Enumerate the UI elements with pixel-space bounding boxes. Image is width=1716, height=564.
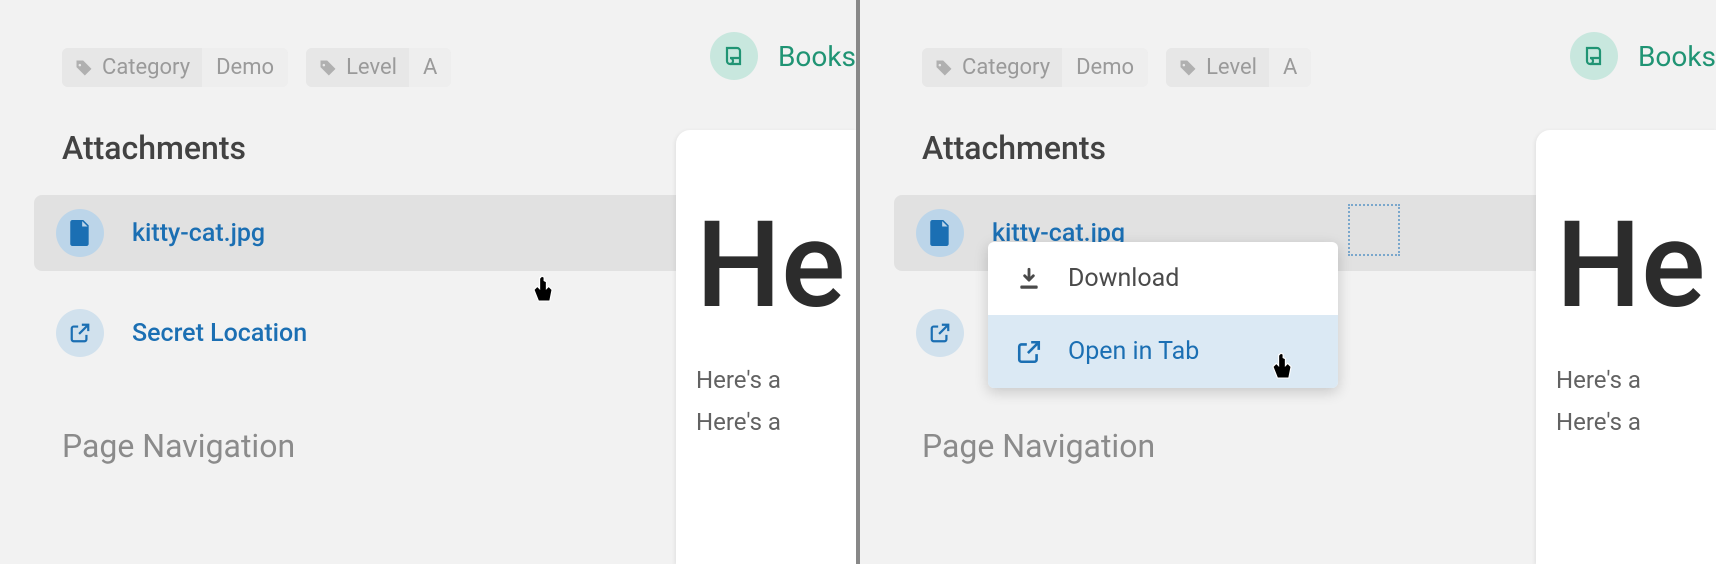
- external-link-icon: [56, 309, 104, 357]
- file-icon: [916, 209, 964, 257]
- tag-icon: [74, 58, 94, 78]
- tag-category[interactable]: Category Demo: [62, 48, 288, 87]
- tag-category[interactable]: Category Demo: [922, 48, 1148, 87]
- external-link-icon: [1016, 339, 1042, 365]
- tag-key-label: Level: [1206, 55, 1257, 80]
- tags-row: Category Demo Level A: [922, 48, 1680, 87]
- tag-value: A: [1269, 48, 1311, 87]
- page-title: He: [696, 206, 856, 326]
- tag-value: Demo: [202, 48, 288, 87]
- tag-value: A: [409, 48, 451, 87]
- content-preview: He Here's a Here's a: [1536, 130, 1716, 564]
- tag-level[interactable]: Level A: [1166, 48, 1311, 87]
- tag-key-label: Category: [102, 55, 190, 80]
- content-preview: He Here's a Here's a: [676, 130, 856, 564]
- attachment-name: kitty-cat.jpg: [132, 219, 722, 248]
- tag-key-label: Level: [346, 55, 397, 80]
- books-link-label: Books: [1638, 40, 1716, 73]
- file-icon: [56, 209, 104, 257]
- book-icon: [1570, 32, 1618, 80]
- attachment-dropdown-menu: Download Open in Tab: [988, 242, 1338, 388]
- books-link[interactable]: Books: [1570, 32, 1716, 80]
- menu-item-download[interactable]: Download: [988, 242, 1338, 315]
- books-link-label: Books: [778, 40, 856, 73]
- menu-item-label: Download: [1068, 264, 1179, 293]
- content-line: Here's a: [696, 366, 856, 394]
- panel-left: Books Category Demo Level: [0, 0, 856, 564]
- page-title: He: [1556, 206, 1716, 326]
- tag-icon: [1178, 58, 1198, 78]
- external-link-icon: [916, 309, 964, 357]
- download-icon: [1016, 266, 1042, 292]
- menu-item-open-in-tab[interactable]: Open in Tab: [988, 315, 1338, 388]
- tag-value: Demo: [1062, 48, 1148, 87]
- content-line: Here's a: [1556, 408, 1716, 436]
- menu-item-label: Open in Tab: [1068, 337, 1199, 366]
- tag-icon: [318, 58, 338, 78]
- tag-key-label: Category: [962, 55, 1050, 80]
- content-line: Here's a: [1556, 366, 1716, 394]
- book-icon: [710, 32, 758, 80]
- tag-icon: [934, 58, 954, 78]
- content-line: Here's a: [696, 408, 856, 436]
- books-link[interactable]: Books: [710, 32, 856, 80]
- tags-row: Category Demo Level A: [62, 48, 820, 87]
- tag-level[interactable]: Level A: [306, 48, 451, 87]
